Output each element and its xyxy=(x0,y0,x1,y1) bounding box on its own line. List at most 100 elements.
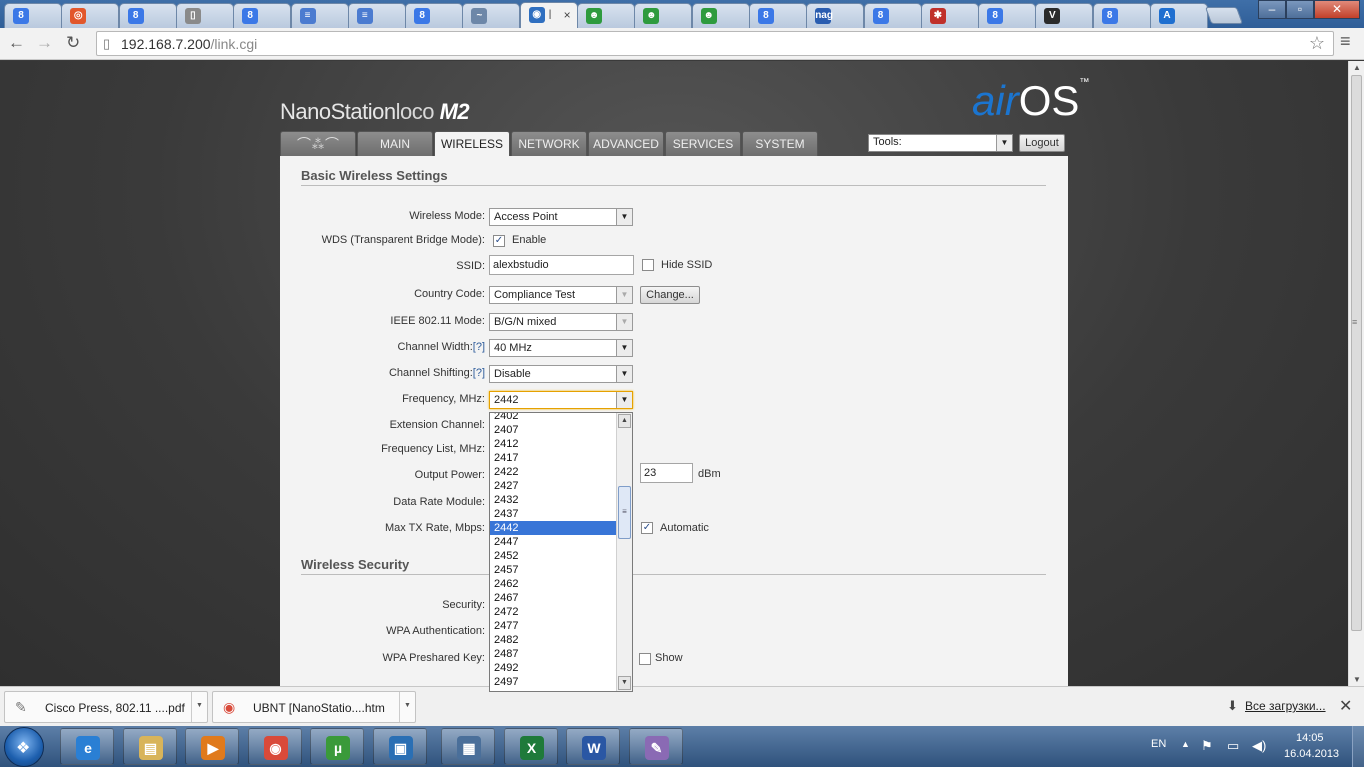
frequency-option[interactable]: 2447 xyxy=(490,535,618,549)
dropdown-scrollbar[interactable]: ▲ ≡ ▼ xyxy=(616,413,632,691)
browser-tab[interactable]: ◎ xyxy=(61,3,120,28)
tray-expand-icon[interactable]: ▲ xyxy=(1181,739,1190,749)
show-desktop-button[interactable] xyxy=(1352,726,1364,767)
browser-tab[interactable]: ☻ xyxy=(577,3,635,28)
frequency-option[interactable]: 2407 xyxy=(490,423,618,437)
browser-tab[interactable]: ▯ xyxy=(175,3,234,28)
address-bar[interactable]: ▯ 192.168.7.200/link.cgi ☆ xyxy=(96,31,1334,56)
browser-tab[interactable]: A xyxy=(1150,3,1208,28)
frequency-option[interactable]: 2472 xyxy=(490,605,618,619)
download-item-htm[interactable]: ◉ UBNT [NanoStatio....htm ▼ xyxy=(212,691,416,723)
chrome-menu-icon[interactable]: ≡ xyxy=(1340,31,1351,52)
frequency-dropdown-list[interactable]: 2402 2407 2412 2417 2422 2427 2432 2437 2442 2447… xyxy=(489,412,633,692)
clock-time[interactable]: 14:05 xyxy=(1296,732,1324,744)
download-item-pdf[interactable]: ✎ Cisco Press, 802.11 ....pdf ▼ xyxy=(4,691,208,723)
browser-tab[interactable]: nag xyxy=(806,3,865,28)
chevron-down-icon[interactable]: ▼ xyxy=(399,692,415,722)
clock-date[interactable]: 16.04.2013 xyxy=(1284,748,1339,760)
tab-ubnt-logo[interactable]: ⌒⁂⌒ xyxy=(280,131,356,156)
logout-button[interactable]: Logout xyxy=(1019,134,1065,152)
close-tab-icon[interactable]: × xyxy=(564,8,571,22)
taskbar-ie-button[interactable]: e xyxy=(60,728,114,765)
automatic-checkbox[interactable]: ✓ xyxy=(641,522,653,534)
browser-tab[interactable]: 8 xyxy=(405,3,464,28)
taskbar-excel-button[interactable]: X xyxy=(503,728,558,765)
language-indicator[interactable]: EN xyxy=(1151,738,1166,750)
frequency-option[interactable]: 2462 xyxy=(490,577,618,591)
help-link[interactable]: [?] xyxy=(473,341,485,353)
chevron-down-icon[interactable]: ▼ xyxy=(191,692,207,722)
change-country-button[interactable]: Change... xyxy=(640,286,700,304)
taskbar-explorer-button[interactable]: ▤ xyxy=(122,728,177,765)
frequency-select[interactable]: 2442 ▼ xyxy=(489,391,633,409)
ssid-input[interactable]: alexbstudio xyxy=(489,255,634,275)
taskbar-media-button[interactable]: ▶ xyxy=(185,728,239,765)
scroll-up-icon[interactable]: ▲ xyxy=(1353,63,1361,72)
new-tab-button[interactable] xyxy=(1204,7,1244,24)
browser-tab[interactable]: 8 xyxy=(1092,3,1151,28)
wireless-mode-select[interactable]: Access Point ▼ xyxy=(489,208,633,226)
scroll-up-icon[interactable]: ▲ xyxy=(618,414,631,428)
taskbar-app-button[interactable]: ▣ xyxy=(372,728,427,765)
frequency-option[interactable]: 2437 xyxy=(490,507,618,521)
help-link[interactable]: [?] xyxy=(473,367,485,379)
flag-icon[interactable]: ⚑ xyxy=(1201,738,1213,754)
browser-tab[interactable]: ≡ xyxy=(290,3,349,28)
browser-tab[interactable]: 8 xyxy=(4,3,62,28)
taskbar-network-button[interactable]: ▦ xyxy=(441,728,495,765)
hide-ssid-checkbox[interactable] xyxy=(642,259,654,271)
tab-advanced[interactable]: ADVANCED xyxy=(588,131,664,156)
browser-tab[interactable]: 8 xyxy=(748,3,807,28)
maximize-button[interactable]: ▫ xyxy=(1286,0,1314,19)
browser-tab[interactable]: ☻ xyxy=(691,3,750,28)
tab-system[interactable]: SYSTEM xyxy=(742,131,818,156)
browser-tab[interactable]: 8 xyxy=(233,3,292,28)
frequency-option[interactable]: 2497 xyxy=(490,675,618,689)
browser-tab[interactable]: ~ xyxy=(462,3,521,28)
frequency-option[interactable]: 2452 xyxy=(490,549,618,563)
channel-shifting-select[interactable]: Disable ▼ xyxy=(489,365,633,383)
frequency-option[interactable]: 2482 xyxy=(490,633,618,647)
frequency-option[interactable]: 2432 xyxy=(490,493,618,507)
browser-tab[interactable]: ◉ | × xyxy=(519,2,578,28)
browser-tab[interactable]: ✱ xyxy=(920,3,979,28)
network-icon[interactable]: ▭ xyxy=(1227,738,1239,754)
bookmark-star-icon[interactable]: ☆ xyxy=(1309,33,1325,54)
dropdown-scroll-thumb[interactable]: ≡ xyxy=(618,486,631,539)
show-key-checkbox[interactable] xyxy=(639,653,651,665)
frequency-option[interactable]: 2477 xyxy=(490,619,618,633)
back-arrow-icon[interactable]: ← xyxy=(8,33,25,53)
reload-icon[interactable]: ↻ xyxy=(66,33,80,53)
tab-network[interactable]: NETWORK xyxy=(511,131,587,156)
volume-icon[interactable]: ◀) xyxy=(1252,738,1266,754)
tools-select[interactable]: Tools: ▼ xyxy=(868,134,1013,152)
frequency-option[interactable]: 2457 xyxy=(490,563,618,577)
tab-main[interactable]: MAIN xyxy=(357,131,433,156)
frequency-option[interactable]: 2467 xyxy=(490,591,618,605)
frequency-option[interactable]: 2427 xyxy=(490,479,618,493)
tab-services[interactable]: SERVICES xyxy=(665,131,741,156)
ieee-mode-select[interactable]: B/G/N mixed ▼ xyxy=(489,313,633,331)
frequency-option[interactable]: 2422 xyxy=(490,465,618,479)
tab-wireless[interactable]: WIRELESS xyxy=(434,131,510,157)
taskbar-paint-button[interactable]: ✎ xyxy=(628,728,683,765)
browser-tab[interactable]: 8 xyxy=(978,3,1037,28)
browser-tab[interactable]: 8 xyxy=(118,3,177,28)
page-scrollbar[interactable]: ▲ ≡ ▼ xyxy=(1348,61,1364,686)
start-button[interactable]: ❖ xyxy=(4,727,44,767)
forward-arrow-icon[interactable]: → xyxy=(36,33,53,53)
frequency-option[interactable]: 2412 xyxy=(490,437,618,451)
scroll-down-icon[interactable]: ▼ xyxy=(618,676,631,690)
frequency-option[interactable]: 2402 xyxy=(490,413,618,423)
frequency-option[interactable]: 2442 xyxy=(490,521,618,535)
frequency-option[interactable]: 2417 xyxy=(490,451,618,465)
browser-tab[interactable]: V xyxy=(1035,3,1094,28)
taskbar-word-button[interactable]: W xyxy=(566,728,620,765)
frequency-option[interactable]: 2492 xyxy=(490,661,618,675)
output-power-input[interactable]: 23 xyxy=(640,463,693,483)
country-code-select[interactable]: Compliance Test ▼ xyxy=(489,286,633,304)
scroll-down-icon[interactable]: ▼ xyxy=(1353,675,1361,684)
browser-tab[interactable]: ☻ xyxy=(634,3,693,28)
browser-tab[interactable]: ≡ xyxy=(347,3,406,28)
channel-width-select[interactable]: 40 MHz ▼ xyxy=(489,339,633,357)
